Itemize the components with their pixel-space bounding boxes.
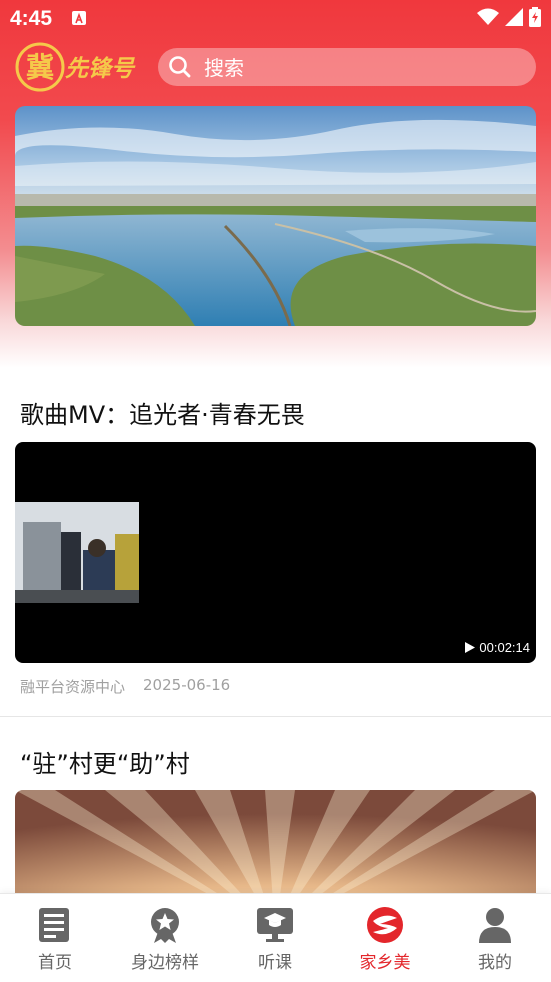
play-icon xyxy=(465,642,476,653)
notification-icon xyxy=(72,11,86,25)
tab-hometown[interactable]: 家乡美 xyxy=(330,894,440,982)
tab-profile[interactable]: 我的 xyxy=(440,894,550,982)
article-date: 2025-06-16 xyxy=(143,676,231,694)
app-logo[interactable]: 冀 先锋号 xyxy=(15,40,143,94)
star-badge-icon xyxy=(146,906,184,944)
tab-label: 首页 xyxy=(38,953,72,973)
svg-text:先锋号: 先锋号 xyxy=(65,55,136,82)
video-duration: 00:02:14 xyxy=(465,640,530,655)
signal-icon xyxy=(505,8,523,30)
article-title[interactable]: 歌曲MV：追光者·青春无畏 xyxy=(20,395,305,430)
search-input[interactable] xyxy=(202,52,526,84)
bottom-tab-bar: 首页 身边榜样 听课 家乡美 我的 xyxy=(0,893,551,982)
news-icon xyxy=(36,906,74,944)
tab-home[interactable]: 首页 xyxy=(0,894,110,982)
banner-image[interactable] xyxy=(15,106,536,326)
article-thumbnail[interactable] xyxy=(15,790,536,910)
article-meta: 融平台资源中心 2025-06-16 xyxy=(20,676,230,697)
status-bar: 4:45 xyxy=(0,0,551,36)
tab-role-models[interactable]: 身边榜样 xyxy=(110,894,220,982)
video-frame xyxy=(15,502,139,603)
article-source: 融平台资源中心 xyxy=(20,678,126,696)
search-icon xyxy=(168,55,192,83)
user-icon xyxy=(476,906,514,944)
tab-label: 我的 xyxy=(478,953,512,973)
battery-icon xyxy=(529,7,541,31)
tab-label: 身边榜样 xyxy=(131,953,199,973)
video-player[interactable]: 00:02:14 xyxy=(15,442,536,663)
wifi-icon xyxy=(477,8,499,30)
svg-text:冀: 冀 xyxy=(26,51,54,84)
search-bar[interactable] xyxy=(158,48,536,86)
hometown-logo-icon xyxy=(366,906,404,944)
article-title[interactable]: “驻”村更“助”村 xyxy=(20,744,190,779)
duration-text: 00:02:14 xyxy=(479,640,530,655)
tab-label: 家乡美 xyxy=(359,953,411,973)
status-time: 4:45 xyxy=(10,7,53,30)
tab-label: 听课 xyxy=(258,953,292,973)
tab-lectures[interactable]: 听课 xyxy=(220,894,330,982)
lecture-screen-icon xyxy=(256,906,294,944)
